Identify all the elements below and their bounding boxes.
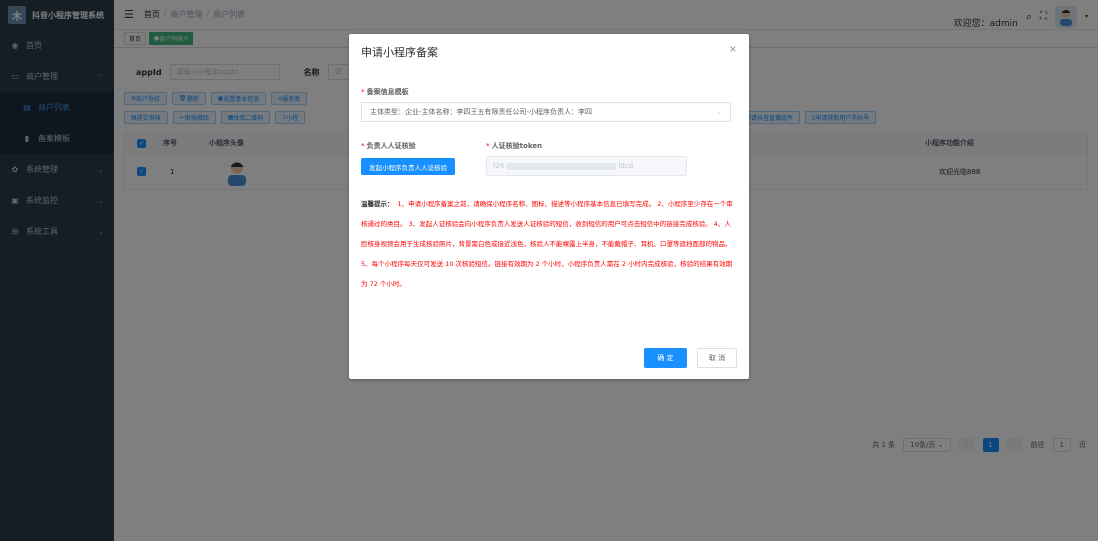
token-redacted bbox=[506, 162, 617, 170]
chevron-down-icon: ⌄ bbox=[716, 108, 722, 116]
token-field: f26 ldcd bbox=[486, 156, 687, 176]
token-prefix: f26 bbox=[493, 162, 505, 170]
verify-button[interactable]: 发起小程序负责人人证核验 bbox=[361, 158, 455, 175]
template-label: * 备案信息模板 bbox=[361, 88, 409, 96]
tip-label: 温馨提示： bbox=[361, 200, 394, 208]
cancel-button[interactable]: 取 消 bbox=[697, 348, 737, 368]
token-label: * 人证核验token bbox=[486, 142, 543, 150]
filing-dialog: 申请小程序备案 × * 备案信息模板 主体类型：企业-主体名称：李四王五有限责任公… bbox=[349, 34, 749, 379]
label-text: 负责人人证核验 bbox=[366, 142, 416, 150]
dialog-title: 申请小程序备案 bbox=[361, 46, 438, 59]
close-icon[interactable]: × bbox=[729, 44, 737, 55]
label-text: 备案信息模板 bbox=[366, 88, 409, 96]
tip-body: 1、申请小程序备案之前，请确保小程序名称、图标、描述等小程序基本信息已填写完成。… bbox=[361, 200, 733, 288]
template-value: 主体类型：企业-主体名称：李四王五有限责任公司-小程序负责人：李四 bbox=[370, 108, 593, 116]
template-select[interactable]: 主体类型：企业-主体名称：李四王五有限责任公司-小程序负责人：李四 ⌄ bbox=[361, 102, 731, 122]
label-text: 人证核验token bbox=[491, 142, 543, 150]
token-suffix: ldcd bbox=[618, 162, 634, 170]
confirm-button[interactable]: 确 定 bbox=[644, 348, 687, 368]
tip-text: 温馨提示： 1、申请小程序备案之前，请确保小程序名称、图标、描述等小程序基本信息已… bbox=[361, 194, 737, 294]
verify-label: * 负责人人证核验 bbox=[361, 142, 416, 150]
